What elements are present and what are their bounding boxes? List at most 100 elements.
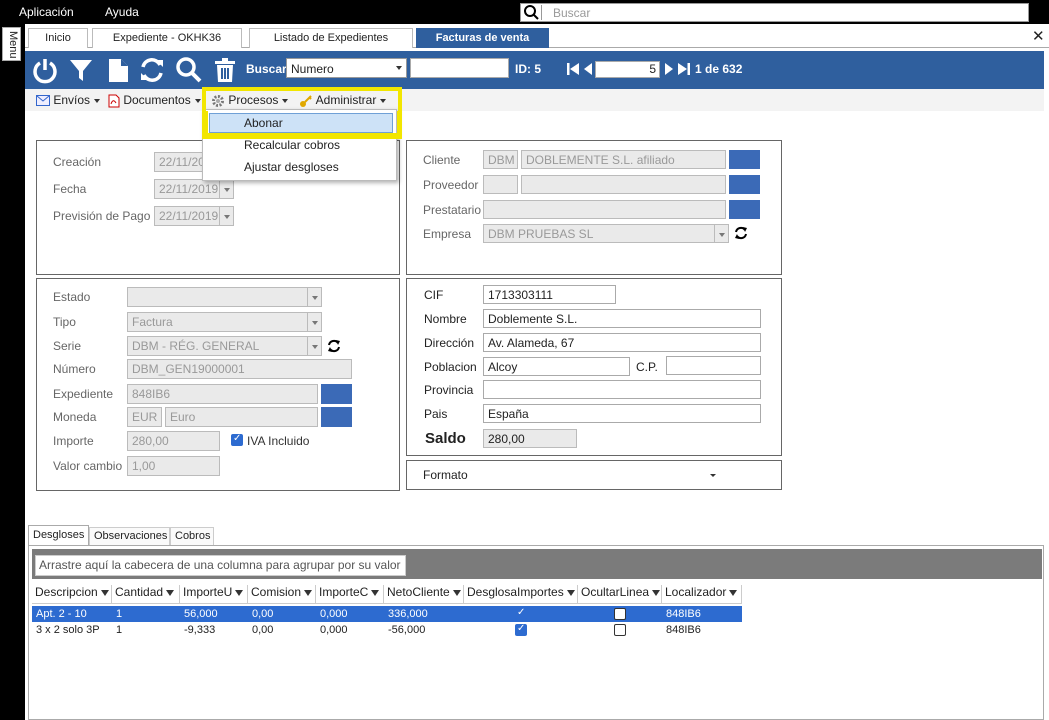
filter-icon[interactable] [304,589,313,596]
tab-desgloses[interactable]: Desgloses [28,525,89,546]
search-field-select[interactable]: Numero [286,58,407,78]
cliente-code-field[interactable]: DBM [483,150,518,169]
side-menu-button[interactable]: Menu [2,27,21,61]
envios-menu[interactable]: Envíos [36,93,101,107]
filter-icon[interactable] [566,589,575,596]
poblacion-field[interactable]: Alcoy [483,357,630,376]
pais-field[interactable]: España [483,404,761,423]
global-search-input[interactable]: Buscar [520,3,1029,22]
column-header[interactable]: Localizador [662,585,742,603]
menu-ayuda[interactable]: Ayuda [105,5,139,19]
expediente-lookup-button[interactable] [321,384,352,404]
provincia-field[interactable] [483,380,761,399]
column-header[interactable]: NetoCliente [384,585,464,603]
prevision-value: 22/11/2019 [159,209,219,223]
moneda-lookup-button[interactable] [321,407,352,427]
tab-cobros[interactable]: Cobros [170,527,214,546]
nombre-field[interactable]: Doblemente S.L. [483,309,761,328]
table-cell: 3 x 2 solo 3P [36,624,100,636]
serie-refresh-icon[interactable] [327,339,341,356]
column-header-label: Descripcion [35,585,98,599]
tab-expediente[interactable]: Expediente - OKHK36 [92,28,242,48]
new-document-icon[interactable] [104,56,132,84]
tipo-select[interactable]: Factura [127,312,322,332]
estado-select[interactable] [127,287,322,307]
filter-icon[interactable] [235,589,244,596]
proveedor-code-field[interactable] [483,175,518,194]
filter-icon[interactable] [652,589,661,596]
column-header[interactable]: ImporteC [316,585,384,603]
cp-label: C.P. [636,360,658,374]
numero-field[interactable]: DBM_GEN19000001 [127,359,352,379]
table-row[interactable] [32,622,742,638]
last-record-icon[interactable] [677,62,691,79]
table-checkbox[interactable] [614,624,626,636]
proveedor-name-field[interactable] [521,175,726,194]
expediente-field[interactable]: 848IB6 [127,384,318,404]
moneda-name-field[interactable]: Euro [165,407,318,427]
cp-field[interactable] [666,356,761,375]
popup-ajustar-desgloses[interactable]: Ajustar desgloses [244,160,339,174]
prevision-field[interactable]: 22/11/2019 [154,206,234,226]
filter-icon[interactable] [166,589,175,596]
table-row[interactable] [32,606,742,622]
search-value-input[interactable] [410,58,509,78]
prestatario-lookup-button[interactable] [729,200,760,219]
tab-facturas-venta[interactable]: Facturas de venta [416,28,549,48]
moneda-code-field[interactable]: EUR [127,407,162,427]
next-record-icon[interactable] [664,62,674,79]
search-icon[interactable] [522,5,542,20]
column-header-label: ImporteC [319,585,369,599]
search-field-value: Numero [291,62,334,76]
serie-select[interactable]: DBM - RÉG. GENERAL [127,336,322,356]
importe-label: Importe [53,434,94,448]
column-header[interactable]: DesglosaImportes [464,585,578,603]
table-checkbox[interactable] [515,607,527,620]
table-checkbox[interactable] [515,623,527,636]
filter-icon[interactable] [67,56,95,84]
buscar-label: Buscar [246,62,287,76]
column-header[interactable]: Cantidad [112,585,180,603]
importe-field[interactable]: 280,00 [127,431,220,451]
filter-icon[interactable] [100,589,109,596]
prestatario-field[interactable] [483,200,726,219]
power-icon[interactable] [31,56,59,84]
moneda-label: Moneda [53,410,97,424]
filter-icon[interactable] [729,589,738,596]
search-icon[interactable] [175,56,203,84]
iva-checkbox[interactable] [231,433,243,446]
column-header[interactable]: OcultarLinea [578,585,662,603]
left-sidebar-strip [0,24,25,720]
cliente-name-field[interactable]: DOBLEMENTE S.L. afiliado [521,150,726,169]
filter-icon[interactable] [452,589,461,596]
refresh-icon[interactable] [138,56,166,84]
cif-field[interactable]: 1713303111 [483,285,616,304]
fecha-field[interactable]: 22/11/2019 [154,179,234,199]
menu-aplicacion[interactable]: Aplicación [19,5,74,19]
empresa-select[interactable]: DBM PRUEBAS SL [483,224,729,243]
tab-listado-expedientes[interactable]: Listado de Expedientes [249,28,413,48]
prev-record-icon[interactable] [583,62,593,79]
column-header[interactable]: ImporteU [180,585,248,603]
page-input[interactable]: 5 [595,61,660,78]
tab-inicio[interactable]: Inicio [28,28,88,48]
proveedor-lookup-button[interactable] [729,175,760,194]
highlight-box-lower [205,111,400,136]
filter-icon[interactable] [371,589,380,596]
close-tab-icon[interactable]: ✕ [1032,27,1045,45]
table-checkbox[interactable] [614,608,626,620]
delete-icon[interactable] [211,56,239,84]
empresa-refresh-icon[interactable] [734,226,748,243]
tab-observaciones[interactable]: Observaciones [89,527,170,546]
column-header[interactable]: Descripcion [32,585,112,603]
formato-dropdown[interactable] [706,466,720,483]
direccion-field[interactable]: Av. Alameda, 67 [483,333,761,352]
group-hint: Arrastre aquí la cabecera de una columna… [35,555,406,576]
popup-recalcular-cobros[interactable]: Recalcular cobros [244,138,340,152]
valor-cambio-field[interactable]: 1,00 [127,456,220,476]
table-cell: 1 [116,608,123,620]
column-header[interactable]: Comision [248,585,316,603]
documentos-menu[interactable]: Documentos [107,93,201,108]
first-record-icon[interactable] [566,62,580,79]
cliente-lookup-button[interactable] [729,150,760,169]
